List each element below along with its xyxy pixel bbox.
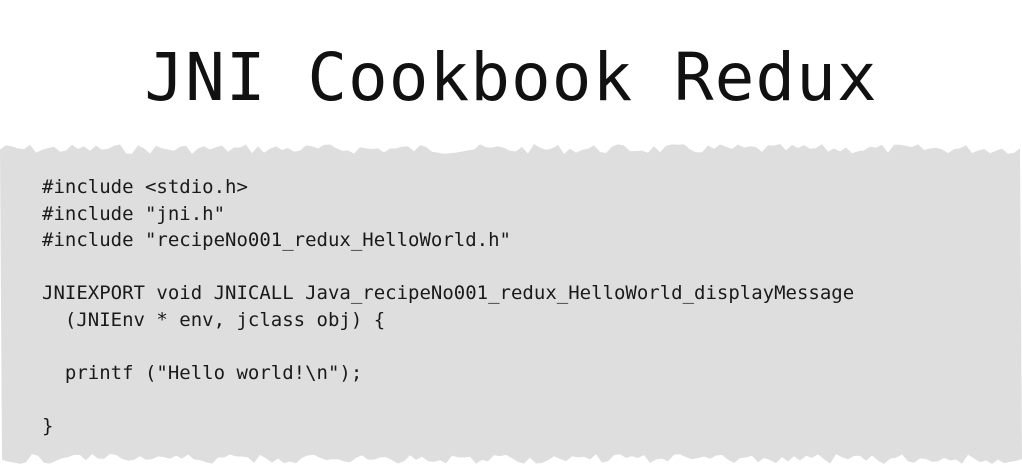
code-line: #include <stdio.h>	[42, 176, 248, 198]
code-block: #include <stdio.h> #include "jni.h" #inclu…	[42, 174, 854, 440]
code-line: printf ("Hello world!\n");	[42, 362, 363, 385]
code-line: #include "jni.h"	[42, 202, 226, 225]
page-title: JNI Cookbook Redux	[144, 39, 878, 116]
code-line: (JNIEnv * env, jclass obj) {	[42, 308, 386, 331]
code-line: }	[42, 415, 54, 438]
code-line: JNIEXPORT void JNICALL Java_recipeNo001_…	[42, 282, 855, 305]
code-line: #include "recipeNo001_redux_HelloWorld.h…	[42, 229, 511, 252]
code-panel: #include <stdio.h> #include "jni.h" #inclu…	[0, 138, 1022, 468]
